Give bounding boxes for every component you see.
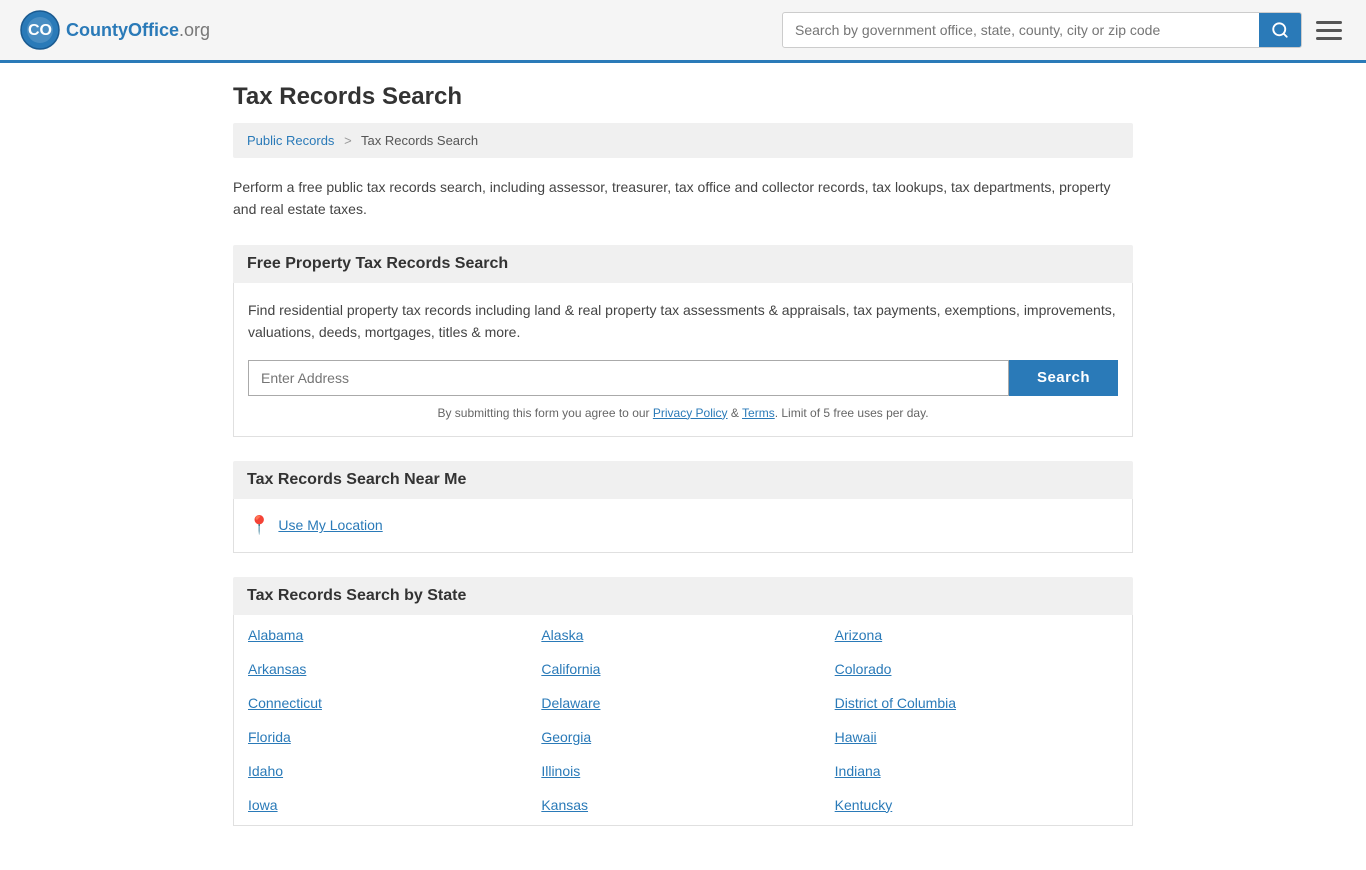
disclaimer-suffix: . Limit of 5 free uses per day. <box>775 406 929 420</box>
state-link[interactable]: Alaska <box>541 627 824 643</box>
state-link[interactable]: Idaho <box>248 763 531 779</box>
near-me-heading: Tax Records Search Near Me <box>233 461 1133 499</box>
breadcrumb-current: Tax Records Search <box>361 133 478 148</box>
header-search-button[interactable] <box>1259 13 1301 47</box>
state-link[interactable]: Hawaii <box>835 729 1118 745</box>
state-search-heading: Tax Records Search by State <box>233 577 1133 615</box>
state-link[interactable]: Alabama <box>248 627 531 643</box>
state-link[interactable]: Colorado <box>835 661 1118 677</box>
property-search-desc: Find residential property tax records in… <box>248 299 1118 344</box>
property-search-section: Free Property Tax Records Search Find re… <box>233 245 1133 437</box>
state-link[interactable]: Illinois <box>541 763 824 779</box>
menu-bar-3 <box>1316 37 1342 40</box>
header-search-input[interactable] <box>783 14 1259 46</box>
state-link[interactable]: Indiana <box>835 763 1118 779</box>
disclaimer-prefix: By submitting this form you agree to our <box>437 406 652 420</box>
state-grid: Alabama Alaska Arizona Arkansas California Co… <box>248 627 1118 813</box>
header-search-area <box>210 12 1346 48</box>
state-link[interactable]: Arkansas <box>248 661 531 677</box>
state-link[interactable]: Kentucky <box>835 797 1118 813</box>
state-link[interactable]: California <box>541 661 824 677</box>
svg-text:CO: CO <box>28 22 52 39</box>
search-icon <box>1271 21 1289 39</box>
near-me-section: Tax Records Search Near Me 📍 Use My Loca… <box>233 461 1133 553</box>
header: CO CountyOffice.org <box>0 0 1366 63</box>
header-search-bar <box>782 12 1302 48</box>
main-content: Tax Records Search Public Records > Tax … <box>213 63 1153 870</box>
privacy-policy-link[interactable]: Privacy Policy <box>653 406 728 420</box>
disclaimer-and: & <box>728 406 742 420</box>
form-disclaimer: By submitting this form you agree to our… <box>248 406 1118 420</box>
logo-text: CountyOffice.org <box>66 20 210 41</box>
near-me-body: 📍 Use My Location <box>233 499 1133 553</box>
address-search-row: Search <box>248 360 1118 396</box>
search-button[interactable]: Search <box>1009 360 1118 396</box>
property-search-body: Find residential property tax records in… <box>233 283 1133 437</box>
page-title: Tax Records Search <box>233 83 1133 111</box>
menu-bar-1 <box>1316 21 1342 24</box>
breadcrumb: Public Records > Tax Records Search <box>233 123 1133 158</box>
state-list-body: Alabama Alaska Arizona Arkansas California Co… <box>233 615 1133 826</box>
intro-text: Perform a free public tax records search… <box>233 176 1133 221</box>
state-link[interactable]: Iowa <box>248 797 531 813</box>
breadcrumb-separator: > <box>344 133 352 148</box>
logo-icon: CO <box>20 10 60 50</box>
state-link[interactable]: Arizona <box>835 627 1118 643</box>
address-input[interactable] <box>248 360 1009 396</box>
state-link[interactable]: Kansas <box>541 797 824 813</box>
use-my-location-link[interactable]: Use My Location <box>278 517 382 533</box>
breadcrumb-parent-link[interactable]: Public Records <box>247 133 334 148</box>
location-pin-icon: 📍 <box>248 515 270 536</box>
menu-button[interactable] <box>1312 17 1346 44</box>
state-link[interactable]: Georgia <box>541 729 824 745</box>
logo[interactable]: CO CountyOffice.org <box>20 10 210 50</box>
state-link[interactable]: District of Columbia <box>835 695 1118 711</box>
state-link[interactable]: Delaware <box>541 695 824 711</box>
terms-link[interactable]: Terms <box>742 406 775 420</box>
menu-bar-2 <box>1316 29 1342 32</box>
state-link[interactable]: Connecticut <box>248 695 531 711</box>
state-link[interactable]: Florida <box>248 729 531 745</box>
state-list-section: Tax Records Search by State Alabama Alask… <box>233 577 1133 826</box>
property-search-heading: Free Property Tax Records Search <box>233 245 1133 283</box>
